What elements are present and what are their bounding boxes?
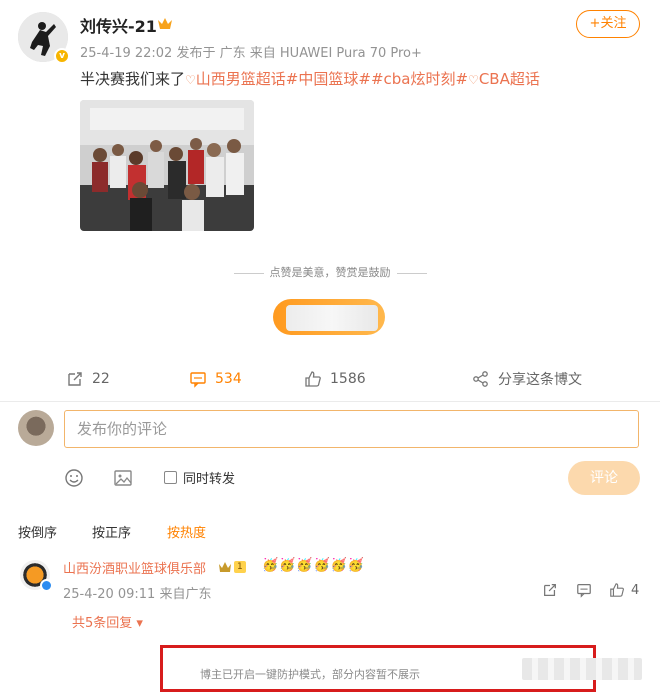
comment-text: 🥳🥳🥳🥳🥳🥳 [262,558,366,573]
replies-label: 共5条回复 [72,616,133,631]
view-replies-link[interactable]: 共5条回复 ▾ [72,612,143,631]
repost-checkbox-group[interactable]: 同时转发 [164,468,235,487]
supertopic-icon: ♡ [468,73,479,87]
repost-checkbox[interactable] [164,471,177,484]
tag-cba-moment[interactable]: #cba炫时刻# [371,70,468,88]
repost-checkbox-label: 同时转发 [183,472,236,487]
chevron-down-icon: ▾ [136,616,143,631]
comment-count: 534 [215,371,242,387]
tag-china-basketball[interactable]: #中国篮球# [286,70,371,88]
blurred-content [522,658,642,680]
tab-sort-asc[interactable]: 按正序 [92,522,131,541]
like-action[interactable]: 1586 [304,368,366,390]
comment-like-count: 4 [631,582,640,598]
post-author-name[interactable]: 刘传兴-21 [80,13,157,37]
comment-timestamp: 25-4-20 09:11 [63,587,156,602]
image-upload-icon[interactable] [113,468,133,488]
member-crown-icon [157,16,173,30]
reward-blurred-content [286,305,378,331]
reward-tip: 点赞是美意，赞赏是鼓励 [0,264,660,280]
post-timestamp[interactable]: 25-4-19 22:02 [80,46,172,61]
emoji-icon[interactable] [64,468,84,488]
tab-sort-desc[interactable]: 按倒序 [18,522,57,541]
like-icon [304,370,322,388]
post-text: 半决赛我们来了♡山西男篮超话#中国篮球##cba炫时刻#♡CBA超话 [80,68,540,89]
comment-meta: 25-4-20 09:11 来自广东 [63,583,212,602]
post-location: 发布于 广东 [176,46,246,61]
tag-shanxi[interactable]: 山西男篮超话 [196,70,286,88]
post-device: 来自 HUAWEI Pura 70 Pro+ [249,46,422,61]
like-count: 1586 [330,371,366,387]
comment-source: 来自广东 [159,587,212,602]
current-user-avatar [18,410,54,446]
share-label: 分享这条博文 [498,372,582,388]
comment-input[interactable] [64,410,639,448]
divider-line [396,272,427,274]
fan-level-value: 1 [234,561,246,573]
verified-badge-icon [40,579,53,592]
comment-reply-icon[interactable] [576,582,592,598]
comment-like-action[interactable]: 4 [609,582,639,598]
comment-repost-icon[interactable] [542,582,558,598]
share-icon [472,370,490,388]
comment-like-icon [609,582,625,598]
comment-action[interactable]: 534 [189,368,242,390]
repost-action[interactable]: 22 [66,368,110,390]
post-meta: 25-4-19 22:02 发布于 广东 来自 HUAWEI Pura 70 P… [80,42,422,61]
divider-line [233,272,264,274]
fan-level-badge: 1 [218,559,246,575]
comment-icon [189,370,207,388]
verified-badge-icon: v [54,48,70,64]
repost-count: 22 [92,371,110,387]
share-action[interactable]: 分享这条博文 [472,368,582,390]
submit-comment-button[interactable]: 评论 [568,461,640,495]
protection-notice-text: 博主已开启一键防护模式，部分内容暂不展示 [200,668,420,681]
post-photo[interactable] [80,100,254,231]
comment-author-name[interactable]: 山西汾酒职业篮球俱乐部 [63,558,206,577]
divider [0,401,660,402]
tab-sort-hot[interactable]: 按热度 [167,522,206,541]
repost-icon [66,370,84,388]
crown-icon [219,562,231,572]
reward-tip-text: 点赞是美意，赞赏是鼓励 [269,266,391,279]
supertopic-icon: ♡ [185,73,196,87]
follow-button[interactable]: +关注 [576,10,640,38]
tag-cba-supertopic[interactable]: CBA超话 [479,70,540,88]
post-text-prefix: 半决赛我们来了 [80,70,186,88]
